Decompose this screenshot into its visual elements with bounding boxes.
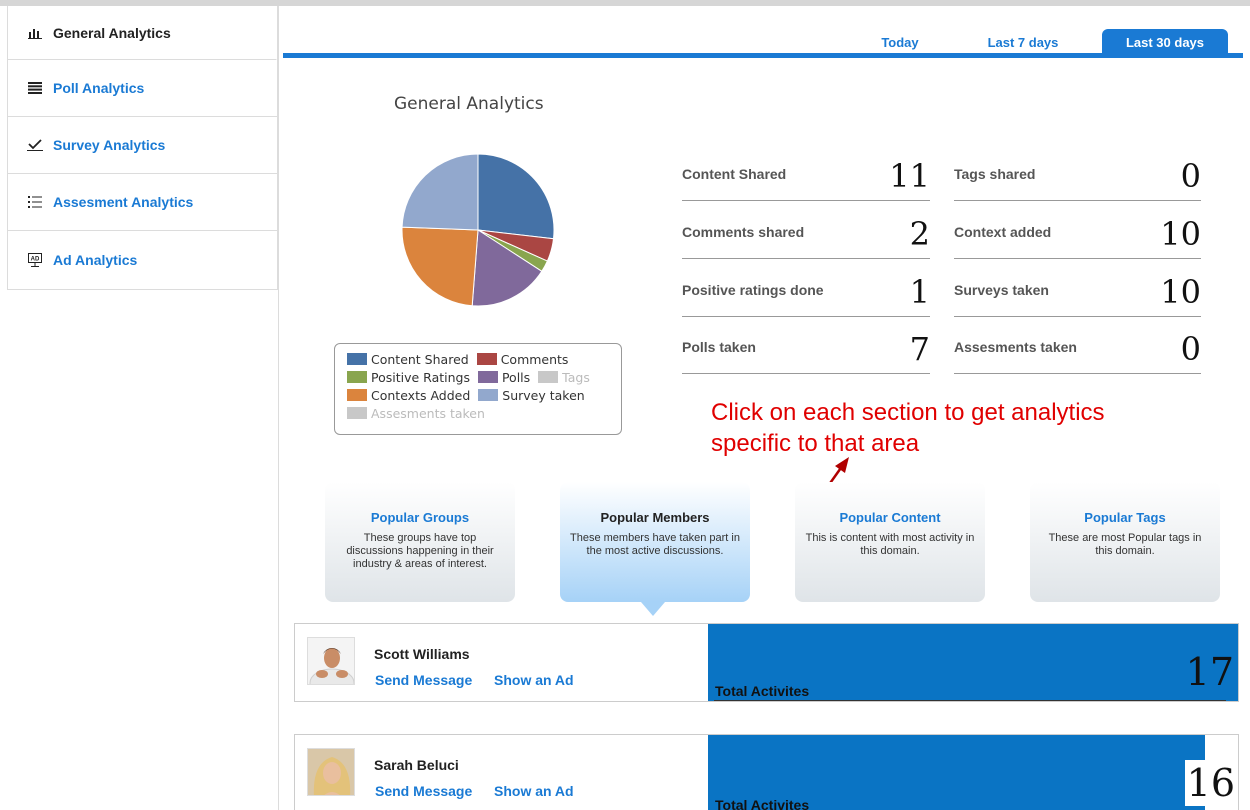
- tab-bar-underline: [283, 53, 1243, 58]
- stat-value: 11: [889, 157, 930, 195]
- stat-value: 0: [1180, 330, 1201, 368]
- stat-positive-ratings: Positive ratings done 1: [682, 259, 930, 317]
- avatar: [307, 748, 355, 796]
- sidebar-divider: [278, 6, 279, 810]
- chart-legend: Content Shared Comments Positive Ratings…: [334, 343, 622, 435]
- card-description: These members have taken part in the mos…: [570, 532, 740, 557]
- card-popular-groups[interactable]: Popular Groups These groups have top dis…: [325, 482, 515, 602]
- stat-content-shared: Content Shared 11: [682, 143, 930, 201]
- legend-item-survey-taken[interactable]: Survey taken: [478, 388, 585, 403]
- total-underline: [714, 700, 1226, 701]
- stat-label: Comments shared: [682, 224, 805, 240]
- stat-value: 10: [1160, 215, 1201, 253]
- stat-value: 7: [909, 330, 930, 368]
- bullet-list-icon: [27, 195, 43, 209]
- total-activities-panel: Total Activites 17: [708, 624, 1238, 701]
- stat-value: 1: [909, 273, 930, 311]
- tab-last-7-days[interactable]: Last 7 days: [968, 29, 1078, 55]
- legend-item-polls[interactable]: Polls: [477, 370, 530, 385]
- stat-surveys-taken: Surveys taken 10: [954, 259, 1201, 317]
- sidebar-item-label: Survey Analytics: [53, 137, 166, 153]
- stat-assesments-taken: Assesments taken 0: [954, 316, 1201, 374]
- sidebar-item-label: General Analytics: [53, 24, 171, 41]
- stat-label: Assesments taken: [954, 339, 1077, 355]
- total-activities-panel: Total Activites 16: [708, 735, 1235, 810]
- total-activities-value: 17: [1185, 650, 1234, 694]
- stat-label: Positive ratings done: [682, 282, 824, 298]
- sidebar-item-assesment-analytics[interactable]: Assesment Analytics: [8, 174, 277, 231]
- sidebar-item-ad-analytics[interactable]: AD Ad Analytics: [8, 231, 277, 288]
- stat-context-added: Context added 10: [954, 201, 1201, 259]
- card-title: Popular Content: [839, 510, 941, 525]
- send-message-link[interactable]: Send Message: [375, 783, 472, 799]
- total-activities-label: Total Activites: [715, 683, 810, 699]
- legend-item-contexts-added[interactable]: Contexts Added: [347, 388, 470, 403]
- member-row: Sarah Beluci Send Message Show an Ad Tot…: [294, 734, 1239, 810]
- sidebar: General Analytics Poll Analytics Survey …: [7, 6, 278, 290]
- sidebar-item-label: Poll Analytics: [53, 80, 145, 96]
- card-description: These are most Popular tags in this doma…: [1048, 532, 1202, 557]
- checkmark-icon: [27, 138, 43, 152]
- active-card-pointer: [641, 602, 665, 616]
- tab-today[interactable]: Today: [872, 29, 928, 55]
- card-title: Popular Tags: [1084, 510, 1166, 525]
- stat-value: 0: [1180, 157, 1201, 195]
- legend-item-assesments-taken[interactable]: Assesments taken: [347, 406, 485, 421]
- annotation-text: Click on each section to get analytics s…: [711, 399, 1105, 457]
- pie-slice-content-shared[interactable]: [477, 153, 555, 240]
- stat-label: Context added: [954, 224, 1052, 240]
- stat-value: 2: [909, 215, 930, 253]
- avatar: [307, 637, 355, 685]
- stat-polls-taken: Polls taken 7: [682, 316, 930, 374]
- member-name: Sarah Beluci: [374, 757, 459, 773]
- stat-label: Content Shared: [682, 166, 787, 182]
- legend-item-tags[interactable]: Tags: [538, 370, 590, 385]
- send-message-link[interactable]: Send Message: [375, 672, 472, 688]
- legend-item-positive-ratings[interactable]: Positive Ratings: [347, 370, 470, 385]
- show-ad-link[interactable]: Show an Ad: [494, 783, 574, 799]
- total-activities-label: Total Activites: [715, 797, 810, 810]
- pie-chart[interactable]: [400, 152, 556, 308]
- total-activities-value: 16: [1184, 760, 1235, 806]
- legend-item-comments[interactable]: Comments: [476, 352, 568, 367]
- member-row: Scott Williams Send Message Show an Ad T…: [294, 623, 1239, 702]
- card-description: This is content with most activity in th…: [805, 532, 975, 557]
- card-popular-tags[interactable]: Popular Tags These are most Popular tags…: [1030, 482, 1220, 602]
- bar-chart-icon: [27, 26, 43, 40]
- pie-slice-contexts-added[interactable]: [401, 226, 479, 307]
- card-title: Popular Groups: [370, 510, 470, 525]
- card-popular-members[interactable]: Popular Members These members have taken…: [560, 482, 750, 602]
- ad-board-icon: AD: [27, 252, 43, 267]
- sidebar-item-poll-analytics[interactable]: Poll Analytics: [8, 60, 277, 117]
- stat-label: Surveys taken: [954, 282, 1049, 298]
- sidebar-item-label: Assesment Analytics: [53, 194, 194, 210]
- show-ad-link[interactable]: Show an Ad: [494, 672, 574, 688]
- legend-item-content-shared[interactable]: Content Shared: [347, 352, 469, 367]
- card-popular-content[interactable]: Popular Content This is content with mos…: [795, 482, 985, 602]
- stat-value: 10: [1160, 273, 1201, 311]
- svg-text:AD: AD: [31, 256, 40, 262]
- card-title: Popular Members: [600, 510, 710, 525]
- sidebar-item-survey-analytics[interactable]: Survey Analytics: [8, 117, 277, 174]
- stat-label: Tags shared: [954, 166, 1036, 182]
- pie-slice-survey-taken[interactable]: [401, 153, 479, 231]
- stat-label: Polls taken: [682, 339, 756, 355]
- sidebar-item-label: Ad Analytics: [53, 251, 138, 268]
- tab-last-30-days[interactable]: Last 30 days: [1102, 29, 1228, 55]
- page-title: General Analytics: [394, 94, 544, 114]
- member-name: Scott Williams: [374, 646, 470, 662]
- stat-comments-shared: Comments shared 2: [682, 201, 930, 259]
- sidebar-item-general-analytics[interactable]: General Analytics: [8, 6, 277, 60]
- stat-tags-shared: Tags shared 0: [954, 143, 1201, 201]
- list-bars-icon: [27, 81, 43, 95]
- card-description: These groups have top discussions happen…: [346, 532, 494, 570]
